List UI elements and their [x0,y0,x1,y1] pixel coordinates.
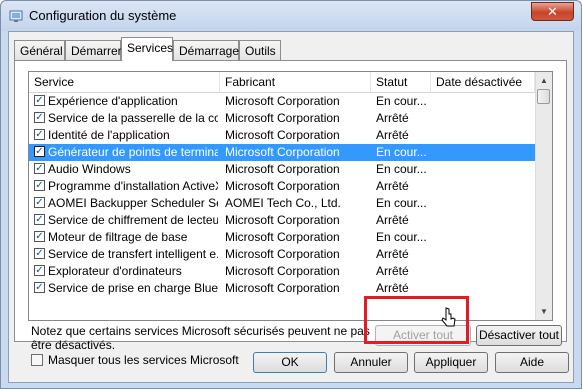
vertical-scrollbar[interactable]: ▲ ▼ [535,72,552,320]
service-row[interactable]: ✓ Moteur de filtrage de base Microsoft Cor… [29,229,535,246]
service-name: Service de la passerelle de la co... [48,111,218,125]
service-maker: Microsoft Corporation [225,264,340,278]
service-status: Arrêté [376,111,409,125]
column-fabricant[interactable]: Fabricant [220,72,371,92]
service-maker: Microsoft Corporation [225,213,340,227]
hide-ms-services-label: Masquer tous les services Microsoft [48,353,239,367]
service-maker: Microsoft Corporation [225,128,340,142]
service-name: AOMEI Backupper Scheduler Ser... [48,196,218,210]
service-status: En cour... [376,230,427,244]
column-date-desactivee[interactable]: Date désactivée [431,72,535,92]
service-row[interactable]: ✓ Service de prise en charge Bluet... Micr… [29,280,535,297]
msconfig-icon [9,10,23,22]
service-name: Service de prise en charge Bluet... [48,281,218,295]
service-maker: Microsoft Corporation [225,145,340,159]
service-status: En cour... [376,145,427,159]
service-checkbox[interactable]: ✓ [34,112,45,123]
service-row[interactable]: ✓ Audio Windows Microsoft Corporation En co… [29,161,535,178]
service-row[interactable]: ✓ Expérience d'application Microsoft Corpo… [29,93,535,110]
tab-demarrer[interactable]: Démarrer [65,40,122,60]
disable-all-button[interactable]: Désactiver tout [476,325,562,346]
service-name: Service de transfert intelligent e... [48,247,218,261]
service-row[interactable]: ✓ Service de chiffrement de lecteu... Micr… [29,212,535,229]
service-checkbox[interactable]: ✓ [34,163,45,174]
service-name: Moteur de filtrage de base [48,230,188,244]
title-bar[interactable]: Configuration du système ✕ [1,1,581,31]
service-maker: Microsoft Corporation [225,179,340,193]
tab-demarrage[interactable]: Démarrage [173,40,239,60]
tab-outils[interactable]: Outils [239,40,281,60]
system-config-window: Configuration du système ✕ Général Démar… [0,0,582,389]
service-checkbox[interactable]: ✓ [34,197,45,208]
service-maker: Microsoft Corporation [225,230,340,244]
service-status: Arrêté [376,213,409,227]
service-row[interactable]: ✓ Service de la passerelle de la co... Mic… [29,110,535,127]
service-status: Arrêté [376,179,409,193]
service-checkbox[interactable]: ✓ [34,180,45,191]
service-status: Arrêté [376,264,409,278]
service-maker: Microsoft Corporation [225,247,340,261]
window-title: Configuration du système [29,8,177,23]
service-name: Service de chiffrement de lecteu... [48,213,218,227]
service-checkbox[interactable]: ✓ [34,95,45,106]
mouse-cursor-icon [441,307,456,327]
service-row[interactable]: ✓ Générateur de points de termina... Micro… [29,144,535,161]
service-status: En cour... [376,196,427,210]
service-checkbox[interactable]: ✓ [34,214,45,225]
service-checkbox[interactable]: ✓ [34,282,45,293]
tab-general[interactable]: Général [14,40,65,60]
service-checkbox[interactable]: ✓ [34,146,45,157]
service-row[interactable]: ✓ AOMEI Backupper Scheduler Ser... AOMEI T… [29,195,535,212]
service-status: En cour... [376,162,427,176]
service-checkbox[interactable]: ✓ [34,231,45,242]
service-name: Explorateur d'ordinateurs [48,264,182,278]
service-maker: Microsoft Corporation [225,281,340,295]
column-service[interactable]: Service [29,72,220,92]
service-name: Générateur de points de termina... [48,145,218,159]
services-list[interactable]: Service Fabricant Statut Date désactivée… [28,71,553,321]
service-status: En cour... [376,94,427,108]
service-checkbox[interactable]: ✓ [34,265,45,276]
dialog-client: Général Démarrer Services Démarrage Outi… [8,31,574,383]
scroll-up-icon[interactable]: ▲ [536,72,552,89]
tab-services[interactable]: Services [121,37,173,61]
service-row[interactable]: ✓ Explorateur d'ordinateurs Microsoft Corp… [29,263,535,280]
service-maker: Microsoft Corporation [225,94,340,108]
service-checkbox[interactable]: ✓ [34,248,45,259]
service-status: Arrêté [376,128,409,142]
ok-button[interactable]: OK [253,352,327,373]
service-maker: Microsoft Corporation [225,111,340,125]
service-name: Programme d'installation ActiveX... [48,179,218,193]
service-maker: AOMEI Tech Co., Ltd. [225,196,341,210]
service-row[interactable]: ✓ Service de transfert intelligent e... Mi… [29,246,535,263]
scroll-thumb[interactable] [537,89,550,104]
note-text: Notez que certains services Microsoft sé… [31,324,370,352]
service-row[interactable]: ✓ Programme d'installation ActiveX... Micr… [29,178,535,195]
services-panel: Service Fabricant Statut Date désactivée… [14,60,567,367]
service-checkbox[interactable]: ✓ [34,129,45,140]
service-status: Arrêté [376,247,409,261]
service-name: Expérience d'application [48,94,178,108]
service-row[interactable]: ✓ Identité de l'application Microsoft Corp… [29,127,535,144]
service-name: Audio Windows [48,162,131,176]
service-status: Arrêté [376,281,409,295]
scroll-down-icon[interactable]: ▼ [536,303,552,320]
help-button[interactable]: Aide [495,352,569,373]
close-button[interactable]: ✕ [531,2,574,21]
service-maker: Microsoft Corporation [225,162,340,176]
checkbox-box[interactable] [31,354,43,366]
cancel-button[interactable]: Annuler [334,352,408,373]
service-name: Identité de l'application [48,128,170,142]
column-statut[interactable]: Statut [371,72,431,92]
apply-button[interactable]: Appliquer [414,352,488,373]
list-header: Service Fabricant Statut Date désactivée [29,72,535,93]
